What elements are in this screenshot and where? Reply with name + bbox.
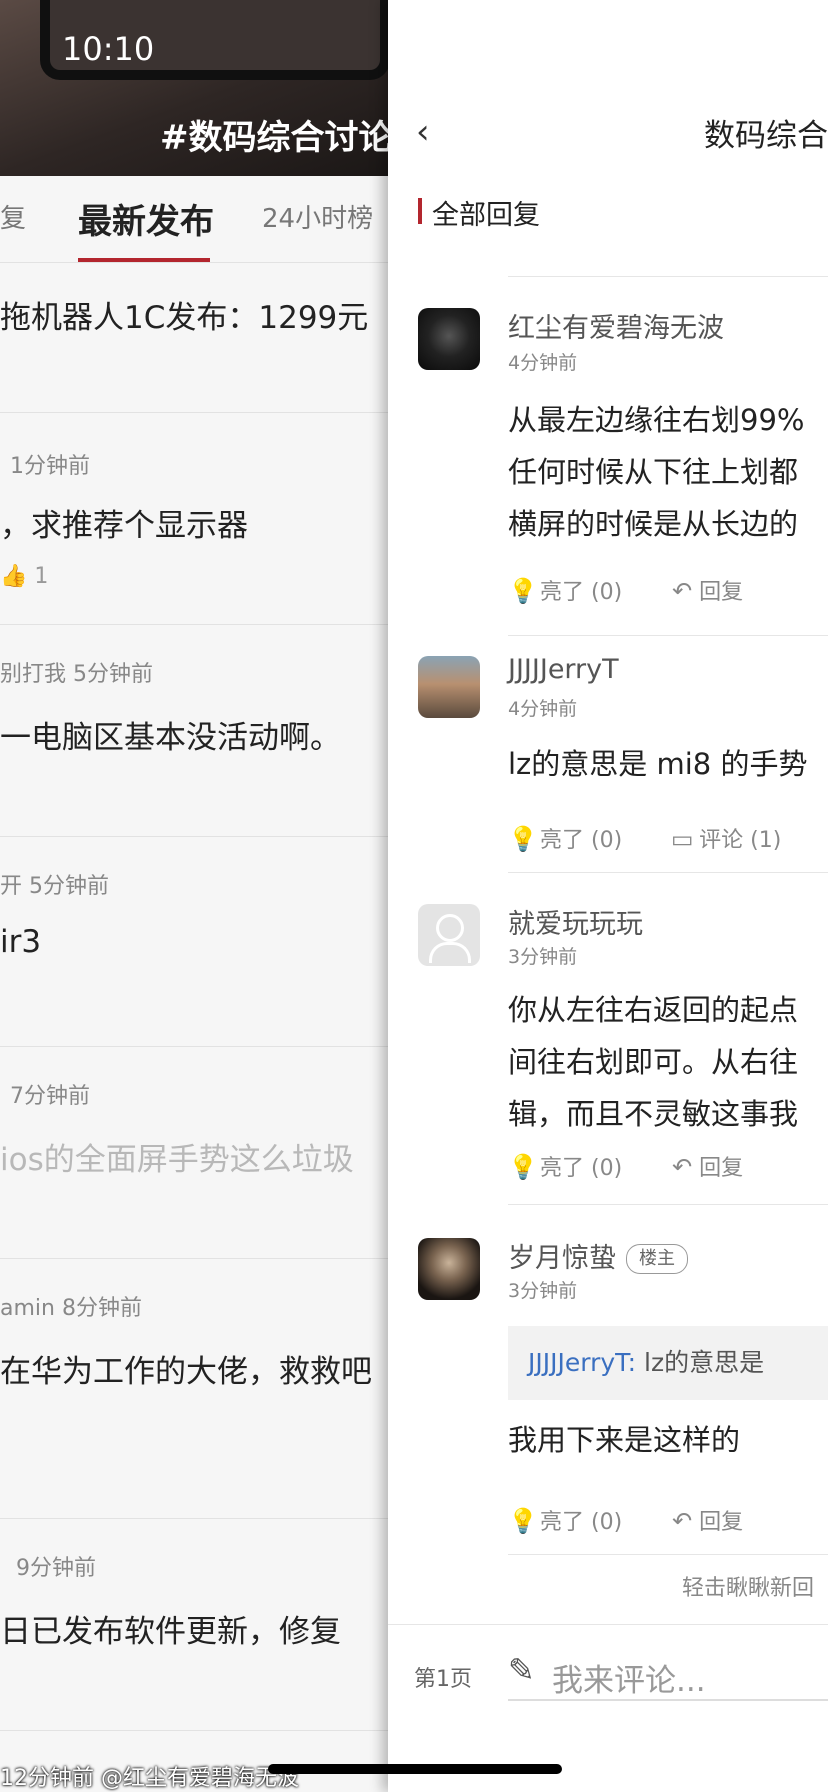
list-item[interactable]: 1分钟前 ，求推荐个显示器 👍 1 — [0, 412, 388, 625]
reply-button[interactable]: ↶ 回复 — [667, 1150, 743, 1182]
background-feed: 10:10 #数码综合讨论 复 最新发布 24小时榜 拖机器人1C发布：1299… — [0, 0, 388, 1792]
divider — [508, 872, 828, 873]
like-button[interactable]: 💡亮了 (0) — [508, 574, 622, 606]
like-button[interactable]: 💡亮了 (0) — [508, 822, 622, 854]
tab-24h[interactable]: 24小时榜 — [262, 198, 373, 235]
list-item[interactable]: 拖机器人1C发布：1299元 — [0, 262, 388, 413]
post-meta: 7分钟前 — [10, 1084, 90, 1109]
reply-icon: ↶ — [672, 577, 693, 605]
section-accent-bar — [418, 198, 422, 224]
comment-time: 3分钟前 — [508, 946, 578, 968]
comment-item: 岁月惊蛰 楼主 3分钟前 JJJJJerryT: lz的意思是 我用下来是这样的 … — [388, 1218, 828, 1558]
op-badge: 楼主 — [626, 1244, 688, 1274]
bulb-icon: 💡 — [508, 1153, 538, 1181]
post-title: 在华为工作的大佬，救救吧 — [0, 1354, 372, 1390]
comment-button[interactable]: ▭ 评论 (1) — [667, 822, 782, 854]
home-indicator[interactable] — [268, 1764, 562, 1774]
list-item[interactable]: 9分钟前 日已发布软件更新，修复 — [0, 1518, 388, 1731]
comment-time: 3分钟前 — [508, 1280, 578, 1302]
default-avatar-body — [429, 942, 471, 963]
comment-time: 4分钟前 — [508, 352, 578, 374]
replies-drawer: ‹ 数码综合 全部回复 红尘有爱碧海无波 4分钟前 从最左边缘往右划99% 任何… — [388, 0, 828, 1792]
comment-item: JJJJJerryT 4分钟前 lz的意思是 mi8 的手势 💡亮了 (0) ▭… — [388, 636, 828, 886]
section-label: 全部回复 — [432, 200, 540, 231]
comment-input[interactable]: ✎ 我来评论... — [508, 1645, 828, 1701]
comment-time: 4分钟前 — [508, 698, 578, 720]
list-item[interactable]: 别打我 5分钟前 一电脑区基本没活动啊。 — [0, 624, 388, 837]
post-meta: 1分钟前 — [10, 454, 90, 479]
comment-text: 我用下来是这样的 — [508, 1423, 741, 1457]
reply-button[interactable]: ↶ 回复 — [667, 1504, 743, 1536]
drawer-title: 数码综合 — [704, 118, 828, 154]
feed-tabs: 复 最新发布 24小时榜 — [0, 176, 388, 263]
divider — [508, 1554, 828, 1555]
post-meta: amin 8分钟前 — [0, 1296, 142, 1321]
bulb-icon: 💡 — [508, 577, 538, 605]
comment-username[interactable]: 红尘有爱碧海无波 — [508, 306, 724, 345]
default-avatar-icon — [436, 914, 464, 942]
post-title: ，求推荐个显示器 — [0, 508, 248, 544]
post-title: ios的全面屏手势这么垃圾 — [0, 1142, 354, 1178]
tab-latest[interactable]: 最新发布 — [78, 194, 214, 243]
quoted-username: JJJJJerryT: — [528, 1348, 637, 1377]
avatar[interactable] — [418, 656, 480, 718]
bulb-icon: 💡 — [508, 825, 538, 853]
status-time: 10:10 — [62, 30, 155, 68]
comment-text: lz的意思是 mi8 的手势 — [508, 747, 808, 781]
reply-button[interactable]: ↶ 回复 — [667, 574, 743, 606]
comment-actions: 💡亮了 (0) ▭ 评论 (1) — [508, 822, 819, 854]
like-button[interactable]: 💡亮了 (0) — [508, 1150, 622, 1182]
comment-username[interactable]: JJJJJerryT — [508, 654, 619, 685]
comment-actions: 💡亮了 (0) ↶ 回复 — [508, 1504, 781, 1536]
comment-item: 红尘有爱碧海无波 4分钟前 从最左边缘往右划99% 任何时候从下往上划都 横屏的… — [388, 296, 828, 636]
quoted-comment[interactable]: JJJJJerryT: lz的意思是 — [508, 1326, 828, 1400]
page-indicator[interactable]: 第1页 — [414, 1661, 472, 1693]
watermark: 12分钟前 @红尘有爱碧海无波 — [0, 1766, 299, 1791]
topic-title: #数码综合讨论 — [160, 118, 388, 158]
comment-username[interactable]: 岁月惊蛰 楼主 — [508, 1236, 688, 1275]
reply-icon: ↶ — [672, 1507, 693, 1535]
post-title: 一电脑区基本没活动啊。 — [0, 720, 341, 756]
avatar[interactable] — [418, 1238, 480, 1300]
divider — [508, 276, 828, 277]
post-meta: 别打我 5分钟前 — [0, 662, 153, 687]
comment-username[interactable]: 就爱玩玩玩 — [508, 902, 643, 941]
avatar[interactable] — [418, 904, 480, 966]
post-title: ir3 — [0, 924, 42, 960]
post-meta: 开 5分钟前 — [0, 874, 109, 899]
comment-placeholder: 我来评论... — [552, 1663, 706, 1699]
list-item[interactable]: 7分钟前 ios的全面屏手势这么垃圾 — [0, 1046, 388, 1259]
drawer-nav-bar: ‹ 数码综合 — [388, 0, 828, 177]
section-header: 全部回复 — [388, 176, 828, 250]
reply-icon: ↶ — [672, 1153, 693, 1181]
comment-text: 从最左边缘往右划99% 任何时候从下往上划都 横屏的时候是从长边的 — [508, 403, 805, 541]
divider — [508, 1204, 828, 1205]
list-item[interactable]: amin 8分钟前 在华为工作的大佬，救救吧 — [0, 1258, 388, 1519]
load-new-replies[interactable]: 轻击瞅瞅新回 — [682, 1570, 814, 1602]
avatar[interactable] — [418, 308, 480, 370]
comment-icon: ▭ — [670, 825, 694, 853]
post-meta: 9分钟前 — [16, 1556, 96, 1581]
comment-actions: 💡亮了 (0) ↶ 回复 — [508, 1150, 781, 1182]
like-button[interactable]: 💡亮了 (0) — [508, 1504, 622, 1536]
quoted-text: lz的意思是 — [636, 1348, 765, 1377]
post-title: 日已发布软件更新，修复 — [0, 1614, 341, 1650]
back-icon[interactable]: ‹ — [416, 110, 440, 154]
post-likes: 👍 1 — [0, 564, 49, 589]
comment-actions: 💡亮了 (0) ↶ 回复 — [508, 574, 781, 606]
post-title: 拖机器人1C发布：1299元 — [0, 300, 369, 336]
pen-icon: ✎ — [508, 1651, 535, 1689]
thumb-icon: 👍 — [0, 564, 28, 589]
list-item[interactable]: 开 5分钟前 ir3 — [0, 836, 388, 1047]
comment-item: 就爱玩玩玩 3分钟前 你从左往右返回的起点 间往右划即可。从右往 辑，而且不灵敏… — [388, 884, 828, 1238]
topic-header-image: 10:10 #数码综合讨论 — [0, 0, 388, 176]
bulb-icon: 💡 — [508, 1507, 538, 1535]
comment-text: 你从左往右返回的起点 间往右划即可。从右往 辑，而且不灵敏这事我 — [508, 993, 799, 1131]
tab-replies[interactable]: 复 — [0, 198, 26, 235]
